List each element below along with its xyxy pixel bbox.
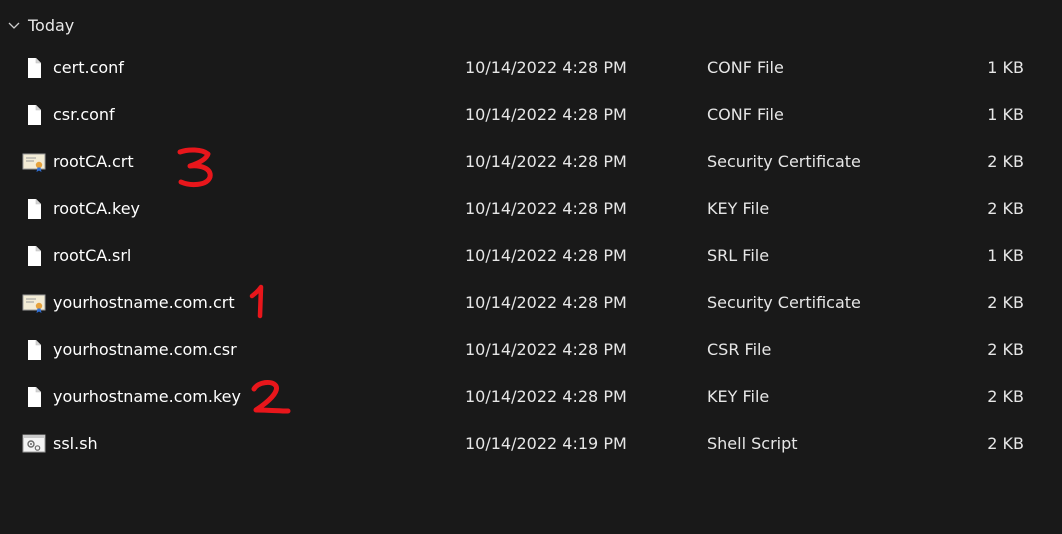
file-row[interactable]: yourhostname.com.csr 10/14/2022 4:28 PM … — [0, 330, 1062, 370]
file-type: Security Certificate — [707, 152, 861, 171]
file-date-modified: 10/14/2022 4:28 PM — [465, 293, 627, 312]
file-name: csr.conf — [53, 105, 115, 124]
file-size: 2 KB — [987, 152, 1024, 171]
file-date-modified: 10/14/2022 4:28 PM — [465, 387, 627, 406]
file-name: rootCA.key — [53, 199, 141, 218]
file-icon — [28, 199, 41, 219]
file-row[interactable]: yourhostname.com.crt 10/14/2022 4:28 PM … — [0, 283, 1062, 323]
file-icon — [28, 387, 41, 407]
file-type: CSR File — [707, 340, 772, 359]
file-row[interactable]: rootCA.key 10/14/2022 4:28 PM KEY File 2… — [0, 189, 1062, 229]
file-type: SRL File — [707, 246, 770, 265]
file-size: 2 KB — [987, 340, 1024, 359]
file-row[interactable]: yourhostname.com.key 10/14/2022 4:28 PM … — [0, 377, 1062, 417]
file-date-modified: 10/14/2022 4:28 PM — [465, 152, 627, 171]
annotation-number-2 — [251, 379, 291, 414]
file-size: 1 KB — [987, 246, 1024, 265]
shell-script-icon — [22, 434, 46, 453]
certificate-icon — [22, 294, 46, 313]
file-icon — [28, 58, 41, 78]
file-type: KEY File — [707, 387, 770, 406]
file-type: CONF File — [707, 105, 784, 124]
file-date-modified: 10/14/2022 4:19 PM — [465, 434, 627, 453]
file-type: Security Certificate — [707, 293, 861, 312]
file-name: yourhostname.com.crt — [53, 293, 235, 312]
file-size: 2 KB — [987, 293, 1024, 312]
certificate-icon — [22, 153, 46, 172]
file-name: ssl.sh — [53, 434, 98, 453]
chevron-down-icon — [8, 22, 20, 29]
file-date-modified: 10/14/2022 4:28 PM — [465, 199, 627, 218]
file-row[interactable]: rootCA.crt 10/14/2022 4:28 PM Security C… — [0, 142, 1062, 182]
file-name: yourhostname.com.key — [53, 387, 241, 406]
file-icon — [28, 105, 41, 125]
file-size: 2 KB — [987, 434, 1024, 453]
file-date-modified: 10/14/2022 4:28 PM — [465, 58, 627, 77]
file-row[interactable]: csr.conf 10/14/2022 4:28 PM CONF File 1 … — [0, 95, 1062, 135]
file-size: 2 KB — [987, 199, 1024, 218]
group-label: Today — [28, 15, 75, 35]
file-name: rootCA.crt — [53, 152, 134, 171]
annotation-number-3 — [177, 147, 213, 188]
file-type: KEY File — [707, 199, 770, 218]
file-name: rootCA.srl — [53, 246, 132, 265]
file-row[interactable]: rootCA.srl 10/14/2022 4:28 PM SRL File 1… — [0, 236, 1062, 276]
group-header-today[interactable]: Today — [6, 12, 74, 38]
file-row[interactable]: ssl.sh 10/14/2022 4:19 PM Shell Script 2… — [0, 424, 1062, 464]
file-name: yourhostname.com.csr — [53, 340, 237, 359]
file-date-modified: 10/14/2022 4:28 PM — [465, 105, 627, 124]
file-icon — [28, 340, 41, 360]
file-date-modified: 10/14/2022 4:28 PM — [465, 246, 627, 265]
file-icon — [28, 246, 41, 266]
file-date-modified: 10/14/2022 4:28 PM — [465, 340, 627, 359]
file-type: Shell Script — [707, 434, 798, 453]
file-size: 1 KB — [987, 105, 1024, 124]
annotation-number-1 — [249, 284, 264, 319]
file-size: 1 KB — [987, 58, 1024, 77]
file-type: CONF File — [707, 58, 784, 77]
file-size: 2 KB — [987, 387, 1024, 406]
file-name: cert.conf — [53, 58, 124, 77]
file-row[interactable]: cert.conf 10/14/2022 4:28 PM CONF File 1… — [0, 48, 1062, 88]
